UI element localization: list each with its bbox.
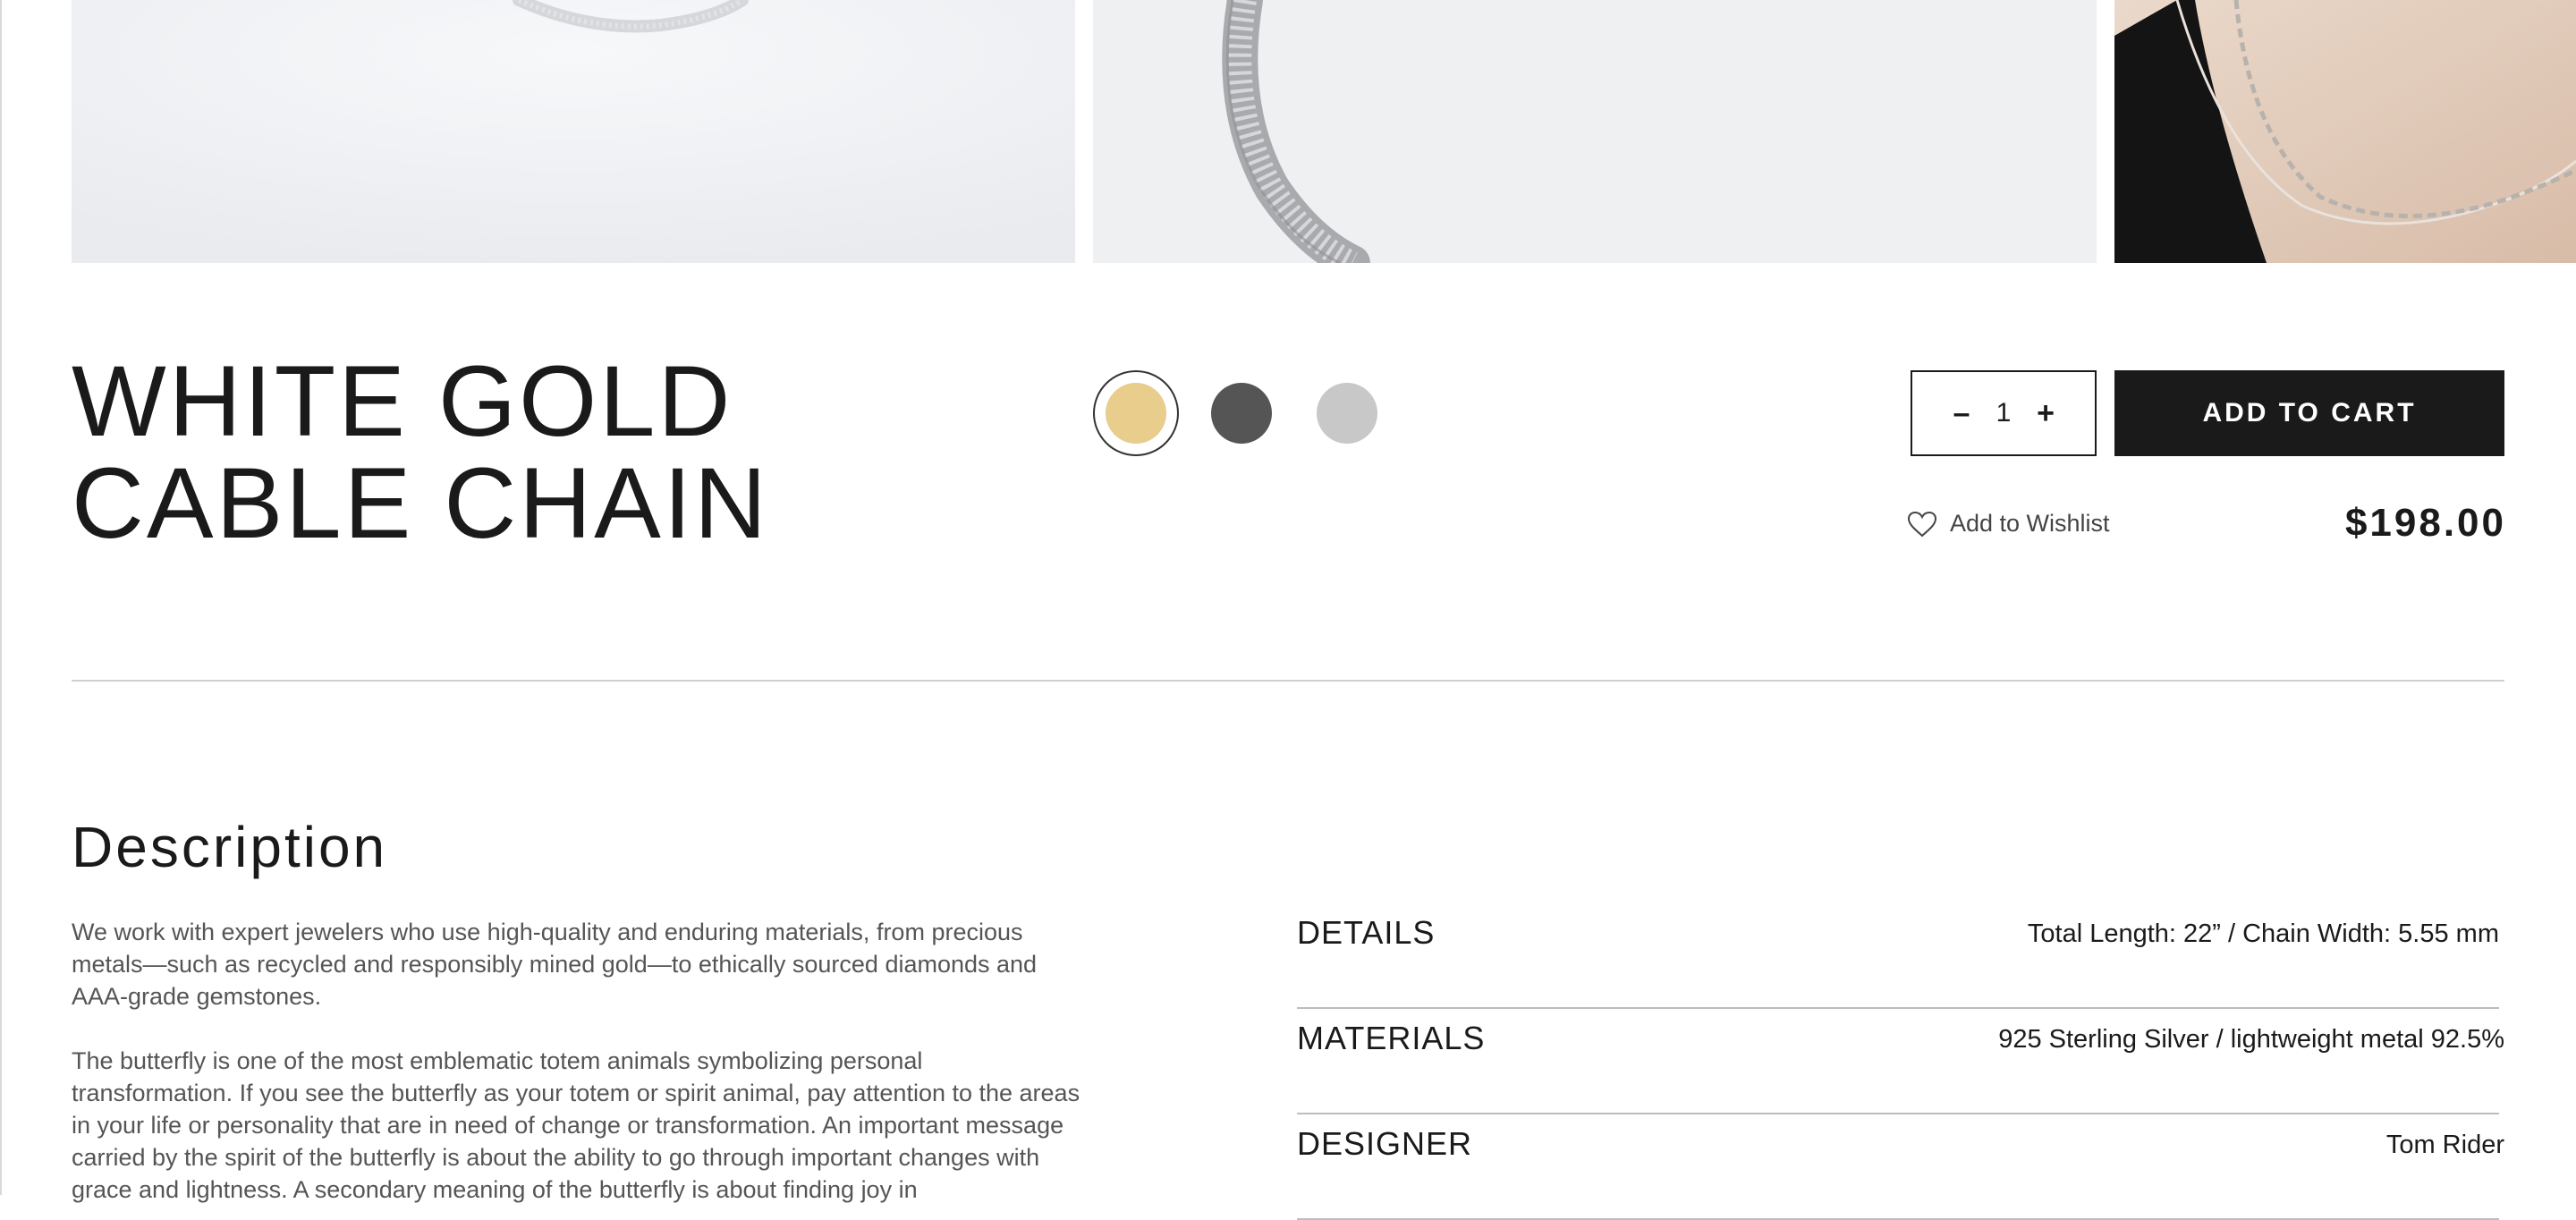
- add-to-cart-button[interactable]: ADD TO CART: [2114, 370, 2504, 456]
- product-title: WHITE GOLD CABLE CHAIN: [72, 351, 769, 555]
- product-gallery: [0, 0, 2576, 263]
- spec-value: Tom Rider: [2385, 1131, 2504, 1159]
- swatch-silver-dot: [1317, 383, 1377, 444]
- description-paragraph-1: We work with expert jewelers who use hig…: [72, 919, 1038, 1010]
- quantity-stepper: – 1 +: [1911, 370, 2097, 456]
- product-image-2[interactable]: [1093, 0, 2097, 263]
- product-price: $198.00: [2344, 501, 2506, 545]
- heart-icon: [1907, 511, 1937, 537]
- description-paragraph-2: The butterfly is one of the most emblema…: [72, 1047, 1080, 1203]
- product-specs: DETAILS Total Length: 22” / Chain Width:…: [1297, 903, 2504, 1220]
- spec-label: MATERIALS: [1297, 1020, 1486, 1056]
- chain-closeup-2: [1093, 0, 2097, 263]
- swatch-gold[interactable]: [1093, 370, 1179, 456]
- spec-row-designer: DESIGNER Tom Rider: [1297, 1114, 2504, 1220]
- quantity-decrease-button[interactable]: –: [1948, 396, 1975, 431]
- swatch-dark-gray[interactable]: [1199, 370, 1284, 456]
- model-necklace-photo: [2114, 0, 2576, 263]
- section-divider: [72, 680, 2504, 682]
- add-to-wishlist-link[interactable]: Add to Wishlist: [1907, 510, 2110, 538]
- spec-row-materials: MATERIALS 925 Sterling Silver / lightwei…: [1297, 1009, 2504, 1114]
- quantity-increase-button[interactable]: +: [2032, 396, 2059, 431]
- swatch-dark-gray-dot: [1211, 383, 1272, 444]
- product-image-model[interactable]: [2114, 0, 2576, 263]
- product-image-1[interactable]: [72, 0, 1075, 263]
- spec-row-details: DETAILS Total Length: 22” / Chain Width:…: [1297, 903, 2504, 1009]
- swatch-silver[interactable]: [1304, 370, 1390, 456]
- wishlist-label: Add to Wishlist: [1950, 510, 2110, 537]
- spec-label: DESIGNER: [1297, 1125, 1473, 1162]
- color-swatches: [1093, 370, 1410, 456]
- product-title-line1: WHITE GOLD: [72, 345, 733, 457]
- spec-label: DETAILS: [1297, 914, 1436, 951]
- chain-closeup-1: [72, 0, 1075, 263]
- description-heading: Description: [72, 815, 388, 879]
- product-title-line2: CABLE CHAIN: [72, 447, 769, 559]
- spec-value: 925 Sterling Silver / lightweight metal …: [1998, 1025, 2504, 1054]
- quantity-value[interactable]: 1: [1996, 398, 2012, 428]
- swatch-gold-dot: [1106, 383, 1166, 444]
- spec-value: Total Length: 22” / Chain Width: 5.55 mm: [2027, 919, 2499, 948]
